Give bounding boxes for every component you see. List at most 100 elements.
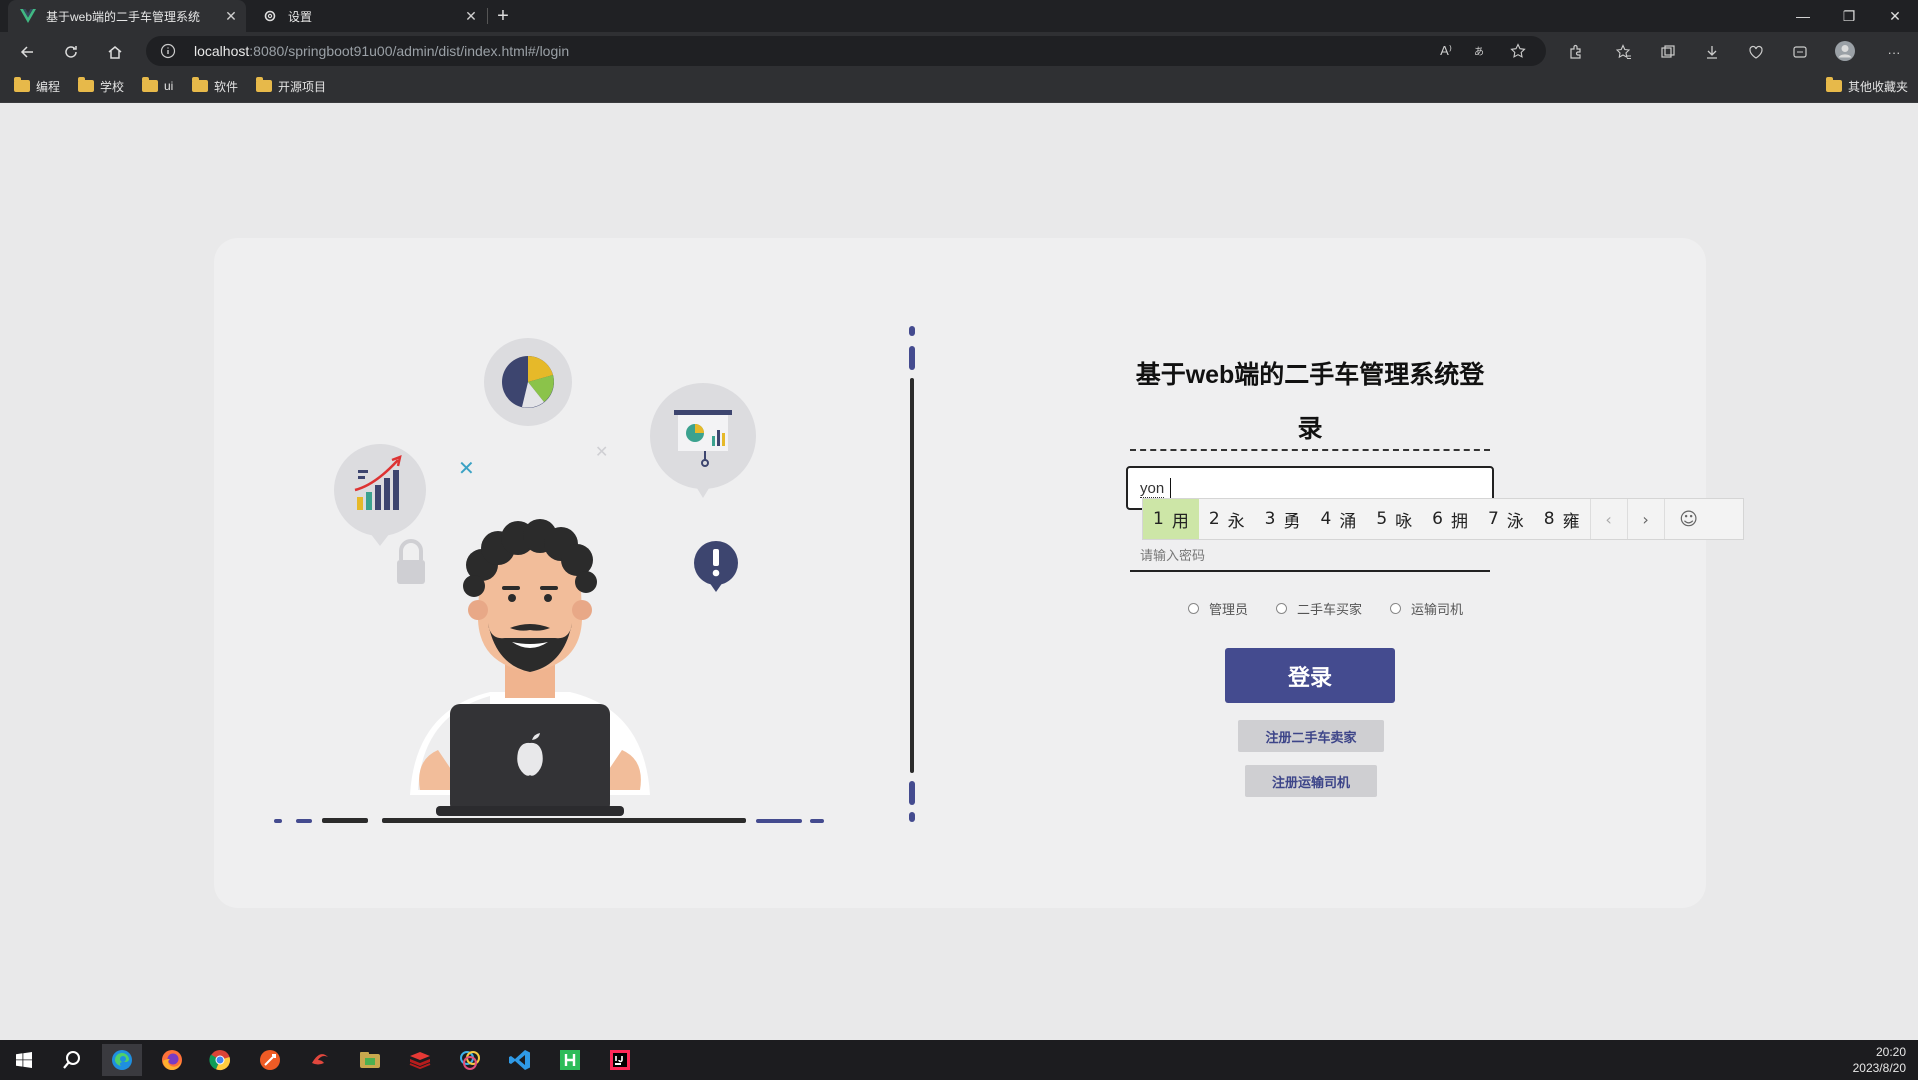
postman-icon[interactable]	[250, 1044, 290, 1076]
bookmark-folder[interactable]: 软件	[192, 77, 238, 95]
url-text[interactable]: localhost:8080/springboot91u00/admin/dis…	[194, 43, 569, 59]
candidate-char: 涌	[1339, 511, 1357, 532]
navicat-icon[interactable]	[300, 1044, 340, 1076]
gear-icon	[262, 8, 278, 24]
profile-avatar-icon[interactable]	[1834, 40, 1856, 62]
close-mark-icon: ✕	[595, 442, 608, 461]
back-arrow-icon[interactable]	[14, 39, 40, 65]
site-info-icon[interactable]	[160, 43, 176, 59]
developer-illustration: ✕ ✕	[274, 338, 824, 823]
candidate-number: 7	[1487, 509, 1499, 529]
role-radio-admin[interactable]: 管理员	[1188, 599, 1248, 618]
file-manager-icon[interactable]	[350, 1044, 390, 1076]
restore-icon[interactable]: ❐	[1826, 0, 1872, 32]
password-input[interactable]	[1130, 542, 1490, 568]
tab-login[interactable]: 基于web端的二手车管理系统 ✕	[8, 0, 246, 32]
hbuilder-icon[interactable]	[550, 1044, 590, 1076]
navigation-bar: localhost:8080/springboot91u00/admin/dis…	[0, 32, 1918, 70]
edge-browser-icon[interactable]	[102, 1044, 142, 1076]
performance-icon[interactable]	[1746, 42, 1766, 62]
vscode-icon[interactable]	[500, 1044, 540, 1076]
ime-emoji-icon[interactable]: ☺	[1663, 499, 1713, 539]
ime-prev-page-icon[interactable]: ‹	[1589, 499, 1627, 539]
radio-button[interactable]	[1188, 602, 1199, 614]
favorites-icon[interactable]	[1614, 42, 1634, 62]
ime-candidate[interactable]: 4涌	[1310, 499, 1366, 539]
translate-icon[interactable]: あ	[1472, 41, 1492, 61]
bookmark-folder[interactable]: 编程	[14, 77, 60, 95]
windows-start-icon[interactable]	[4, 1044, 44, 1076]
bookmark-label: ui	[164, 79, 174, 93]
bookmark-label: 其他收藏夹	[1848, 79, 1909, 94]
browser-essentials-icon[interactable]	[1790, 42, 1810, 62]
close-mark-icon: ✕	[458, 456, 475, 480]
close-window-icon[interactable]: ✕	[1872, 0, 1918, 32]
vue-logo-icon	[20, 8, 36, 24]
collections-icon[interactable]	[1658, 42, 1678, 62]
candidate-char: 勇	[1283, 511, 1301, 532]
ime-candidate[interactable]: 2永	[1199, 499, 1255, 539]
bookmark-label: 软件	[214, 79, 239, 94]
tab-close-icon[interactable]: ✕	[462, 8, 480, 25]
role-radio-buyer[interactable]: 二手车买家	[1276, 599, 1362, 618]
ime-next-page-icon[interactable]: ›	[1626, 499, 1664, 539]
alert-bubble-icon	[694, 541, 738, 592]
ime-candidate-window: 1用 2永 3勇 4涌 5咏 6拥 7泳 8雍 ‹ › ☺	[1142, 498, 1744, 540]
candidate-number: 5	[1376, 509, 1388, 529]
webstorm-icon[interactable]	[450, 1044, 490, 1076]
register-driver-button[interactable]: 注册运输司机	[1245, 765, 1377, 797]
ime-candidate[interactable]: 3勇	[1255, 499, 1311, 539]
bookmark-folder[interactable]: ui	[142, 77, 173, 95]
refresh-icon[interactable]	[58, 39, 84, 65]
home-icon[interactable]	[102, 39, 128, 65]
tab-settings[interactable]: 设置 ✕	[250, 0, 486, 32]
downloads-icon[interactable]	[1702, 42, 1722, 62]
username-composition-text: yon	[1140, 480, 1165, 498]
bookmark-folder[interactable]: 开源项目	[256, 77, 326, 95]
address-bar[interactable]: localhost:8080/springboot91u00/admin/dis…	[146, 36, 1546, 66]
bookmark-label: 编程	[36, 79, 61, 94]
tab-title: 设置	[288, 9, 313, 24]
folder-icon	[1826, 77, 1842, 92]
candidate-char: 泳	[1506, 511, 1524, 532]
ime-candidate[interactable]: 5咏	[1366, 499, 1422, 539]
growth-chart-bubble-icon	[334, 444, 426, 546]
more-options-icon[interactable]: ···	[1884, 42, 1904, 62]
intellij-idea-icon[interactable]	[600, 1044, 640, 1076]
bookmark-folder[interactable]: 学校	[78, 77, 124, 95]
login-title: 基于web端的二手车管理系统登录	[1135, 361, 1485, 443]
ime-candidate[interactable]: 7泳	[1478, 499, 1534, 539]
candidate-char: 咏	[1395, 511, 1413, 532]
chrome-icon[interactable]	[200, 1044, 240, 1076]
search-icon[interactable]	[52, 1044, 92, 1076]
title-underline	[1130, 449, 1490, 451]
redis-icon[interactable]	[400, 1044, 440, 1076]
ime-candidate[interactable]: 8雍	[1534, 499, 1590, 539]
radio-button[interactable]	[1276, 602, 1288, 614]
clock-time: 20:20	[1875, 1045, 1906, 1059]
role-radio-driver[interactable]: 运输司机	[1390, 599, 1463, 618]
bookmarks-bar: 编程 学校 ui 软件 开源项目 其他收藏夹	[0, 70, 1918, 103]
radio-button[interactable]	[1390, 602, 1402, 614]
read-aloud-icon[interactable]: A⁾	[1436, 41, 1456, 61]
other-bookmarks-folder[interactable]: 其他收藏夹	[1826, 77, 1908, 95]
clock-date: 2023/8/20	[1852, 1061, 1906, 1075]
extensions-icon[interactable]	[1566, 42, 1586, 62]
folder-icon	[256, 77, 272, 92]
ime-candidate[interactable]: 1用	[1143, 499, 1199, 539]
url-path: :8080/springboot91u00/admin/dist/index.h…	[249, 43, 570, 59]
role-label: 管理员	[1209, 601, 1249, 617]
folder-icon	[192, 77, 208, 92]
minimize-icon[interactable]: —	[1780, 0, 1826, 32]
login-button[interactable]: 登录	[1225, 648, 1395, 703]
system-clock[interactable]: 20:20 2023/8/20	[1853, 1044, 1906, 1076]
url-host: localhost	[194, 43, 250, 59]
new-tab-icon[interactable]: +	[492, 5, 514, 27]
ime-candidate[interactable]: 6拥	[1422, 499, 1478, 539]
firefox-icon[interactable]	[152, 1044, 192, 1076]
password-field-container	[1130, 542, 1490, 572]
register-seller-button[interactable]: 注册二手车卖家	[1238, 720, 1384, 752]
tab-close-icon[interactable]: ✕	[222, 8, 240, 25]
developer-person-icon	[410, 519, 650, 816]
add-favorite-icon[interactable]	[1508, 41, 1528, 61]
